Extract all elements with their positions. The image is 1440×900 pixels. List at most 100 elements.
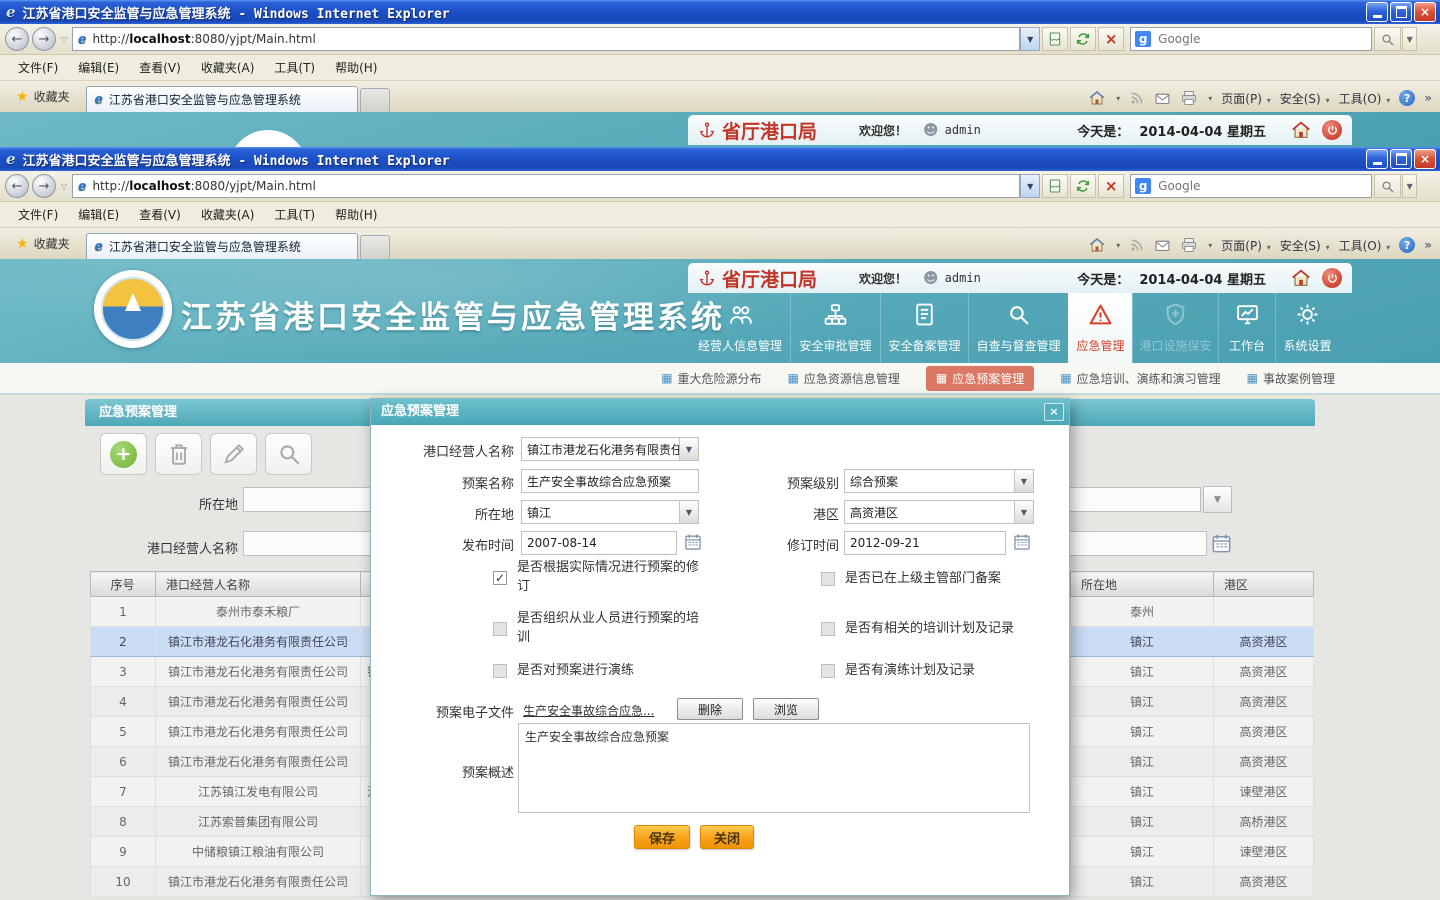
close-button[interactable]: × bbox=[1414, 2, 1436, 22]
menu-item-3[interactable]: 收藏夹(A) bbox=[191, 56, 265, 79]
minimize-button[interactable] bbox=[1366, 2, 1388, 22]
url-dropdown-button[interactable]: ▼ bbox=[1020, 174, 1040, 198]
search-go-button[interactable] bbox=[1374, 27, 1401, 51]
delete-button[interactable] bbox=[155, 433, 202, 475]
back-button[interactable]: ← bbox=[5, 174, 29, 198]
more-toolbar-chevron[interactable]: » bbox=[1424, 91, 1432, 105]
favorites-button[interactable]: ★ 收藏夹 bbox=[6, 88, 80, 112]
url-dropdown-button[interactable]: ▼ bbox=[1020, 27, 1040, 51]
safety-menu[interactable]: 安全(S) ▾ bbox=[1280, 237, 1330, 254]
page-menu[interactable]: 页面(P) ▾ bbox=[1221, 237, 1270, 254]
menu-item-5[interactable]: 帮助(H) bbox=[325, 56, 387, 79]
close-dialog-button[interactable]: 关闭 bbox=[700, 825, 754, 849]
forward-button[interactable]: → bbox=[32, 27, 56, 51]
minimize-button[interactable] bbox=[1366, 149, 1388, 169]
menu-item-0[interactable]: 文件(F) bbox=[8, 56, 68, 79]
feeds-icon[interactable] bbox=[1129, 90, 1145, 106]
home-shortcut-icon[interactable] bbox=[1290, 267, 1312, 289]
print-caret[interactable]: ▾ bbox=[1208, 241, 1212, 250]
sub-nav-item-5[interactable]: ▦事故案例管理 bbox=[1247, 370, 1335, 387]
read-mail-icon[interactable] bbox=[1154, 90, 1171, 107]
more-toolbar-chevron[interactable]: » bbox=[1424, 238, 1432, 252]
url-field[interactable]: e http://localhost:8080/yjpt/Main.html bbox=[72, 174, 1020, 198]
menu-item-2[interactable]: 查看(V) bbox=[129, 203, 191, 226]
print-icon[interactable] bbox=[1180, 89, 1198, 107]
col-location[interactable]: 所在地 bbox=[1071, 572, 1214, 597]
tools-menu[interactable]: 工具(O) ▾ bbox=[1339, 237, 1391, 254]
home-caret[interactable]: ▾ bbox=[1116, 241, 1120, 250]
stop-button[interactable]: × bbox=[1098, 174, 1124, 198]
nav-item-4[interactable]: 自查与督查管理 bbox=[968, 293, 1068, 363]
col-seq[interactable]: 序号 bbox=[91, 572, 156, 597]
plan-file-link[interactable]: 生产安全事故综合应急... bbox=[523, 702, 654, 719]
forward-button[interactable]: → bbox=[32, 174, 56, 198]
home-caret[interactable]: ▾ bbox=[1116, 94, 1120, 103]
nav-item-8[interactable]: 系统设置 bbox=[1275, 293, 1339, 363]
refresh-button[interactable] bbox=[1070, 27, 1096, 51]
nav-item-3[interactable]: 安全备案管理 bbox=[880, 293, 968, 363]
add-button[interactable]: + bbox=[100, 433, 147, 475]
nav-item-2[interactable]: 安全审批管理 bbox=[790, 293, 880, 363]
close-button[interactable]: × bbox=[1414, 149, 1436, 169]
col-operator[interactable]: 港口经营人名称 bbox=[156, 572, 361, 597]
browser-tab[interactable]: e 江苏省港口安全监管与应急管理系统 bbox=[86, 86, 358, 112]
nav-item-6[interactable]: 港口设施保安 bbox=[1132, 293, 1218, 363]
menu-item-1[interactable]: 编辑(E) bbox=[68, 56, 129, 79]
help-icon[interactable]: ? bbox=[1399, 90, 1415, 106]
home-icon[interactable] bbox=[1088, 89, 1106, 107]
refresh-button[interactable] bbox=[1070, 174, 1096, 198]
menu-item-5[interactable]: 帮助(H) bbox=[325, 203, 387, 226]
checkbox-1[interactable]: ✓ bbox=[493, 571, 507, 585]
revise-date-input[interactable] bbox=[844, 531, 1006, 555]
search-input[interactable] bbox=[1156, 31, 1360, 47]
sub-nav-item-2[interactable]: ▦应急资源信息管理 bbox=[788, 370, 900, 387]
menu-item-4[interactable]: 工具(T) bbox=[264, 56, 325, 79]
menu-item-0[interactable]: 文件(F) bbox=[8, 203, 68, 226]
search-box[interactable]: g bbox=[1130, 174, 1372, 198]
menu-item-4[interactable]: 工具(T) bbox=[264, 203, 325, 226]
col-area[interactable]: 港区 bbox=[1214, 572, 1314, 597]
menu-item-1[interactable]: 编辑(E) bbox=[68, 203, 129, 226]
print-caret[interactable]: ▾ bbox=[1208, 94, 1212, 103]
port-area-select[interactable]: 高资港区▼ bbox=[844, 500, 1034, 524]
back-button[interactable]: ← bbox=[5, 27, 29, 51]
favorites-button[interactable]: ★ 收藏夹 bbox=[6, 235, 80, 259]
plan-level-select[interactable]: 综合预案▼ bbox=[844, 469, 1034, 493]
new-tab-stub[interactable] bbox=[360, 88, 390, 112]
compatibility-view-button[interactable] bbox=[1042, 174, 1068, 198]
history-caret-icon[interactable]: ▽ bbox=[61, 35, 67, 44]
print-icon[interactable] bbox=[1180, 236, 1198, 254]
publish-date-input[interactable] bbox=[521, 531, 677, 555]
logout-power-icon[interactable] bbox=[1322, 268, 1342, 288]
stop-button[interactable]: × bbox=[1098, 27, 1124, 51]
menu-item-3[interactable]: 收藏夹(A) bbox=[191, 203, 265, 226]
home-shortcut-icon[interactable] bbox=[1290, 119, 1312, 141]
sub-nav-item-1[interactable]: ▦重大危险源分布 bbox=[661, 370, 761, 387]
tools-menu[interactable]: 工具(O) ▾ bbox=[1339, 90, 1391, 107]
checkbox-3[interactable] bbox=[493, 622, 507, 636]
nav-item-5[interactable]: 应急管理 bbox=[1068, 293, 1132, 363]
location-select[interactable]: 镇江▼ bbox=[521, 500, 699, 524]
save-button[interactable]: 保存 bbox=[634, 825, 690, 849]
calendar-icon[interactable] bbox=[1012, 532, 1032, 552]
nav-item-7[interactable]: 工作台 bbox=[1218, 293, 1275, 363]
calendar-icon[interactable] bbox=[1210, 532, 1233, 555]
search-input[interactable] bbox=[1156, 178, 1360, 194]
logout-power-icon[interactable] bbox=[1322, 120, 1342, 140]
checkbox-6[interactable] bbox=[821, 664, 835, 678]
sub-nav-item-4[interactable]: ▦应急培训、演练和演习管理 bbox=[1060, 370, 1220, 387]
delete-file-button[interactable]: 删除 bbox=[677, 698, 743, 720]
history-caret-icon[interactable]: ▽ bbox=[61, 182, 67, 191]
search-options-caret[interactable]: ▼ bbox=[1402, 174, 1417, 198]
new-tab-stub[interactable] bbox=[360, 235, 390, 259]
operator-select[interactable]: 镇江市港龙石化港务有限责任公▼ bbox=[521, 437, 699, 461]
checkbox-2[interactable] bbox=[821, 572, 835, 586]
title-bar[interactable]: e 江苏省港口安全监管与应急管理系统 - Windows Internet Ex… bbox=[0, 147, 1440, 171]
restore-button[interactable] bbox=[1390, 149, 1412, 169]
plan-name-input[interactable] bbox=[521, 469, 699, 493]
page-menu[interactable]: 页面(P) ▾ bbox=[1221, 90, 1270, 107]
dialog-close-icon[interactable]: × bbox=[1044, 403, 1064, 421]
sub-nav-item-3[interactable]: ▦应急预案管理 bbox=[926, 366, 1034, 391]
search-button[interactable] bbox=[265, 433, 312, 475]
home-icon[interactable] bbox=[1088, 236, 1106, 254]
